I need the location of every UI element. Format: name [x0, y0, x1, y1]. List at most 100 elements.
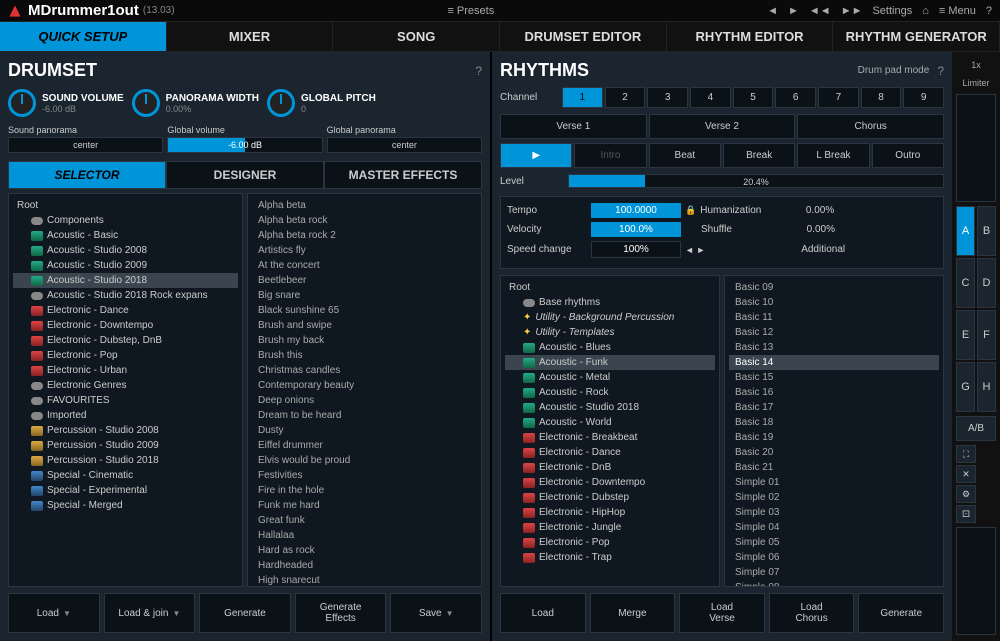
nav-next-icon[interactable]: ►►: [841, 5, 863, 17]
verse-verse-2[interactable]: Verse 2: [649, 114, 796, 139]
preset-item[interactable]: Christmas candles: [252, 363, 477, 378]
tree-item[interactable]: Acoustic - Funk: [505, 355, 715, 370]
tempo-value[interactable]: 100.0000: [591, 203, 681, 218]
side-random-icon[interactable]: ⚀: [956, 505, 976, 523]
pano-global-panorama[interactable]: center: [327, 137, 482, 153]
knob-panorama-width[interactable]: [132, 89, 160, 117]
humanization-value[interactable]: 0.00%: [784, 205, 834, 216]
tree-item[interactable]: Electronic - Downtempo: [13, 318, 238, 333]
preset-item[interactable]: At the concert: [252, 258, 477, 273]
additional-button[interactable]: Additional: [709, 244, 937, 255]
rhythm-item[interactable]: Basic 15: [729, 370, 939, 385]
side-1x[interactable]: 1x: [954, 56, 998, 74]
presets-menu[interactable]: ≡ Presets: [175, 5, 768, 17]
preset-item[interactable]: Contemporary beauty: [252, 378, 477, 393]
rhythm-item[interactable]: Basic 09: [729, 280, 939, 295]
tree-item[interactable]: Acoustic - Basic: [13, 228, 238, 243]
speed-value[interactable]: 100%: [591, 241, 681, 258]
rhythm-item[interactable]: Basic 18: [729, 415, 939, 430]
channel-5[interactable]: 5: [733, 87, 774, 108]
rhythm-item[interactable]: Basic 11: [729, 310, 939, 325]
tree-item[interactable]: FAVOURITES: [13, 393, 238, 408]
tree-item[interactable]: Electronic - Urban: [13, 363, 238, 378]
section-break[interactable]: Break: [723, 143, 795, 168]
rhythm-tree[interactable]: RootBase rhythms✦Utility - Background Pe…: [500, 275, 720, 587]
tree-item[interactable]: Acoustic - Blues: [505, 340, 715, 355]
tree-item[interactable]: Electronic - DnB: [505, 460, 715, 475]
tree-item[interactable]: ✦Utility - Background Percussion: [505, 310, 715, 325]
rhythm-item[interactable]: Basic 13: [729, 340, 939, 355]
side-limiter[interactable]: Limiter: [954, 74, 998, 92]
nav-prev-icon[interactable]: ◄◄: [809, 5, 831, 17]
tree-item[interactable]: Electronic - Dubstep: [505, 490, 715, 505]
knob-sound-volume[interactable]: [8, 89, 36, 117]
rhythm-item[interactable]: Simple 01: [729, 475, 939, 490]
help-icon[interactable]: ?: [986, 5, 992, 17]
tree-item[interactable]: Acoustic - Studio 2018 Rock expans: [13, 288, 238, 303]
menu-link[interactable]: ≡ Menu: [939, 5, 976, 17]
tree-item[interactable]: Electronic - Pop: [505, 535, 715, 550]
main-tab-rhythm-generator[interactable]: RHYTHM GENERATOR: [833, 22, 1000, 51]
settings-link[interactable]: Settings: [872, 5, 912, 17]
rhythm-item[interactable]: Simple 03: [729, 505, 939, 520]
preset-item[interactable]: Alpha beta: [252, 198, 477, 213]
subtab-designer[interactable]: DESIGNER: [166, 161, 324, 189]
play-button[interactable]: ▶: [500, 143, 572, 168]
tree-item[interactable]: Acoustic - Metal: [505, 370, 715, 385]
load-button[interactable]: Load ▼: [8, 593, 100, 633]
tree-item[interactable]: Special - Cinematic: [13, 468, 238, 483]
preset-item[interactable]: Beetlebeer: [252, 273, 477, 288]
rhythm-item[interactable]: Simple 02: [729, 490, 939, 505]
tree-item[interactable]: Base rhythms: [505, 295, 715, 310]
rhythm-list[interactable]: Basic 09Basic 10Basic 11Basic 12Basic 13…: [724, 275, 944, 587]
preset-slot-a[interactable]: A: [956, 206, 975, 256]
drumset-help-icon[interactable]: ?: [475, 64, 482, 78]
tree-item[interactable]: Percussion - Studio 2008: [13, 423, 238, 438]
section-beat[interactable]: Beat: [649, 143, 721, 168]
preset-slot-f[interactable]: F: [977, 310, 996, 360]
preset-item[interactable]: Big snare: [252, 288, 477, 303]
preset-item[interactable]: Dream to be heard: [252, 408, 477, 423]
tempo-lock-icon[interactable]: 🔒: [685, 205, 696, 216]
tree-item[interactable]: Electronic - Downtempo: [505, 475, 715, 490]
rhythm-item[interactable]: Simple 08: [729, 580, 939, 587]
knob-global-pitch[interactable]: [267, 89, 295, 117]
preset-item[interactable]: Great funk: [252, 513, 477, 528]
preset-item[interactable]: Fire in the hole: [252, 483, 477, 498]
tree-item[interactable]: Electronic - Trap: [505, 550, 715, 565]
main-tab-rhythm-editor[interactable]: RHYTHM EDITOR: [667, 22, 834, 51]
preset-slot-g[interactable]: G: [956, 362, 975, 412]
tree-item[interactable]: Special - Experimental: [13, 483, 238, 498]
channel-3[interactable]: 3: [647, 87, 688, 108]
preset-item[interactable]: High snarecut: [252, 573, 477, 587]
preset-slot-d[interactable]: D: [977, 258, 996, 308]
tree-item[interactable]: Percussion - Studio 2018: [13, 453, 238, 468]
pano-global-volume[interactable]: -6.00 dB: [167, 137, 322, 153]
preset-slot-b[interactable]: B: [977, 206, 996, 256]
tree-item[interactable]: Electronic - Jungle: [505, 520, 715, 535]
subtab-master-effects[interactable]: MASTER EFFECTS: [324, 161, 482, 189]
preset-item[interactable]: Artistics fly: [252, 243, 477, 258]
rhythm-item[interactable]: Basic 16: [729, 385, 939, 400]
rhythms-help-icon[interactable]: ?: [937, 64, 944, 78]
channel-8[interactable]: 8: [861, 87, 902, 108]
tree-item[interactable]: Electronic - Dubstep, DnB: [13, 333, 238, 348]
preset-item[interactable]: Brush and swipe: [252, 318, 477, 333]
load-chorus-button[interactable]: Load Chorus: [769, 593, 855, 633]
nav-fwd-icon[interactable]: ►: [788, 5, 799, 17]
pano-sound-panorama[interactable]: center: [8, 137, 163, 153]
rhythm-item[interactable]: Basic 14: [729, 355, 939, 370]
preset-item[interactable]: Hallalaa: [252, 528, 477, 543]
main-tab-quick-setup[interactable]: QUICK SETUP: [0, 22, 167, 51]
tree-item[interactable]: Acoustic - Studio 2009: [13, 258, 238, 273]
tree-item[interactable]: Percussion - Studio 2009: [13, 438, 238, 453]
preset-item[interactable]: Black sunshine 65: [252, 303, 477, 318]
preset-item[interactable]: Hard as rock: [252, 543, 477, 558]
preset-item[interactable]: Elvis would be proud: [252, 453, 477, 468]
tree-item[interactable]: Electronic - HipHop: [505, 505, 715, 520]
side-ab-button[interactable]: A/B: [956, 416, 996, 441]
channel-9[interactable]: 9: [903, 87, 944, 108]
tree-item[interactable]: Root: [13, 198, 238, 213]
rhythm-item[interactable]: Basic 12: [729, 325, 939, 340]
main-tab-drumset-editor[interactable]: DRUMSET EDITOR: [500, 22, 667, 51]
